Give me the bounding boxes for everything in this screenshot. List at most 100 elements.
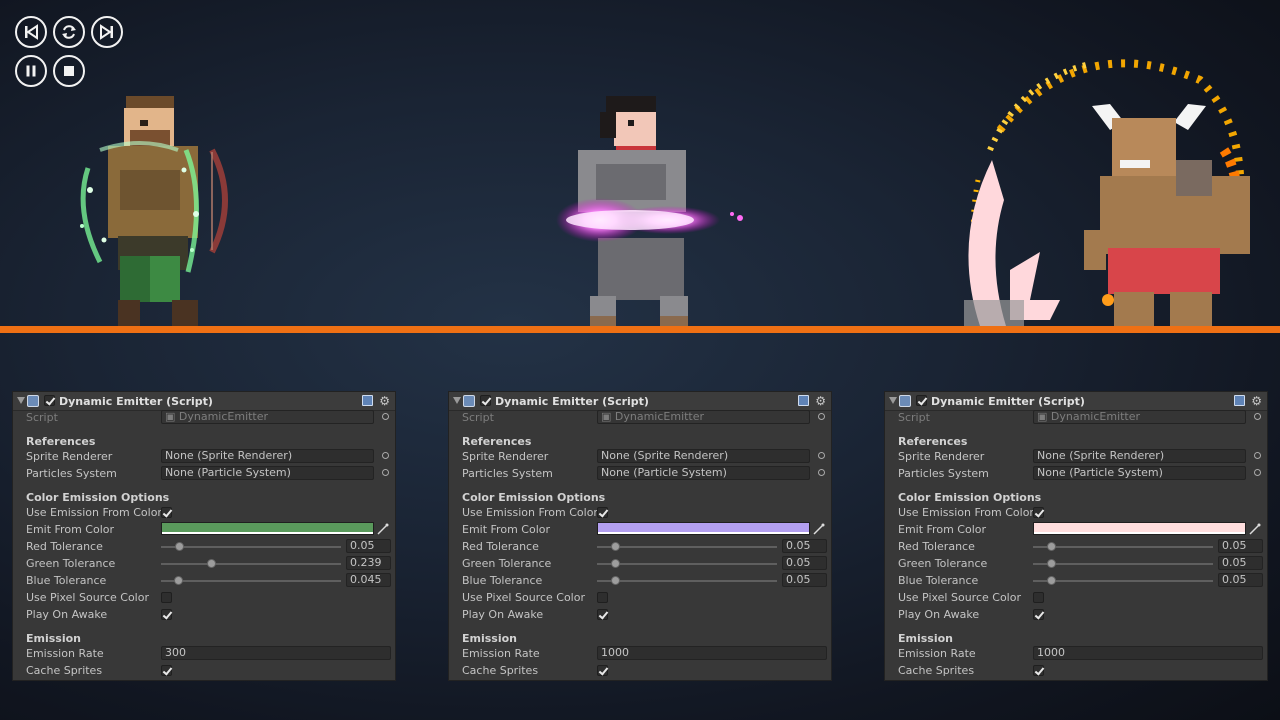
emission-rate-input[interactable]: 300 — [161, 646, 391, 660]
green-tolerance-input[interactable]: 0.05 — [782, 556, 827, 570]
blue-tolerance-handle[interactable] — [610, 576, 620, 585]
sprite-renderer-field[interactable]: None (Sprite Renderer) — [597, 449, 810, 463]
red-tolerance-label: Red Tolerance — [462, 540, 539, 553]
use-emission-checkbox[interactable] — [597, 507, 608, 518]
emission-rate-input[interactable]: 1000 — [597, 646, 827, 660]
green-tolerance-input[interactable]: 0.05 — [1218, 556, 1263, 570]
warrior-sprite — [556, 96, 743, 326]
play-on-awake-checkbox[interactable] — [1033, 609, 1044, 620]
blue-tolerance-slider[interactable] — [597, 576, 777, 585]
component-enabled-checkbox[interactable] — [916, 395, 927, 406]
blue-tolerance-input[interactable]: 0.05 — [1218, 573, 1263, 587]
cache-sprites-checkbox[interactable] — [161, 665, 172, 676]
green-tolerance-handle[interactable] — [206, 559, 216, 568]
gear-icon[interactable]: ⚙ — [815, 394, 826, 408]
blue-tolerance-handle[interactable] — [1046, 576, 1056, 585]
emission-header: Emission — [462, 632, 517, 645]
red-tolerance-input[interactable]: 0.05 — [782, 539, 827, 553]
use-emission-label: Use Emission From Color — [462, 506, 598, 519]
particles-system-picker-icon[interactable] — [382, 469, 389, 476]
particles-system-label: Particles System — [26, 467, 117, 480]
particles-system-field[interactable]: None (Particle System) — [1033, 466, 1246, 480]
emit-color-label: Emit From Color — [26, 523, 114, 536]
gear-icon[interactable]: ⚙ — [1251, 394, 1262, 408]
blue-tolerance-input[interactable]: 0.05 — [782, 573, 827, 587]
red-tolerance-input[interactable]: 0.05 — [346, 539, 391, 553]
gear-icon[interactable]: ⚙ — [379, 394, 390, 408]
emit-color-swatch[interactable] — [1033, 522, 1246, 535]
play-on-awake-checkbox[interactable] — [161, 609, 172, 620]
green-tolerance-handle[interactable] — [610, 559, 620, 568]
use-emission-checkbox[interactable] — [161, 507, 172, 518]
red-tolerance-slider[interactable] — [1033, 542, 1213, 551]
foldout-arrow-icon[interactable] — [453, 397, 461, 404]
script-object-picker-icon[interactable] — [818, 413, 825, 420]
emission-rate-label: Emission Rate — [462, 647, 540, 660]
component-header[interactable]: Dynamic Emitter (Script) ⚙ — [885, 392, 1267, 411]
particles-system-picker-icon[interactable] — [818, 469, 825, 476]
sprite-renderer-field[interactable]: None (Sprite Renderer) — [161, 449, 374, 463]
help-book-icon[interactable] — [1234, 395, 1245, 406]
component-title: Dynamic Emitter (Script) — [495, 395, 649, 408]
green-tolerance-handle[interactable] — [1046, 559, 1056, 568]
color-emission-header: Color Emission Options — [462, 491, 606, 504]
references-header: References — [898, 435, 968, 448]
component-enabled-checkbox[interactable] — [44, 395, 55, 406]
script-field[interactable]: ▣ DynamicEmitter — [1033, 410, 1246, 424]
play-on-awake-checkbox[interactable] — [597, 609, 608, 620]
particles-system-field[interactable]: None (Particle System) — [597, 466, 810, 480]
cache-sprites-checkbox[interactable] — [1033, 665, 1044, 676]
component-header[interactable]: Dynamic Emitter (Script) ⚙ — [449, 392, 831, 411]
red-tolerance-slider[interactable] — [597, 542, 777, 551]
green-tolerance-slider[interactable] — [1033, 559, 1213, 568]
blue-tolerance-handle[interactable] — [173, 576, 183, 585]
blue-tolerance-label: Blue Tolerance — [462, 574, 543, 587]
help-book-icon[interactable] — [362, 395, 373, 406]
sprite-renderer-picker-icon[interactable] — [1254, 452, 1261, 459]
references-header: References — [26, 435, 96, 448]
blue-tolerance-slider[interactable] — [161, 576, 341, 585]
emission-rate-label: Emission Rate — [898, 647, 976, 660]
red-tolerance-handle[interactable] — [174, 542, 184, 551]
component-header[interactable]: Dynamic Emitter (Script) ⚙ — [13, 392, 395, 411]
sprite-renderer-field[interactable]: None (Sprite Renderer) — [1033, 449, 1246, 463]
component-enabled-checkbox[interactable] — [480, 395, 491, 406]
script-object-picker-icon[interactable] — [382, 413, 389, 420]
eyedropper-icon[interactable] — [377, 523, 389, 535]
color-emission-header: Color Emission Options — [26, 491, 170, 504]
emit-color-swatch[interactable] — [161, 522, 374, 535]
blue-tolerance-input[interactable]: 0.045 — [346, 573, 391, 587]
eyedropper-icon[interactable] — [813, 523, 825, 535]
emit-color-swatch[interactable] — [597, 522, 810, 535]
archer-sprite — [80, 96, 228, 326]
foldout-arrow-icon[interactable] — [889, 397, 897, 404]
emit-color-label: Emit From Color — [898, 523, 986, 536]
green-tolerance-slider[interactable] — [597, 559, 777, 568]
eyedropper-icon[interactable] — [1249, 523, 1261, 535]
red-tolerance-handle[interactable] — [1046, 542, 1056, 551]
sprite-renderer-picker-icon[interactable] — [382, 452, 389, 459]
sprite-renderer-picker-icon[interactable] — [818, 452, 825, 459]
sprite-renderer-label: Sprite Renderer — [898, 450, 985, 463]
script-field[interactable]: ▣ DynamicEmitter — [597, 410, 810, 424]
script-field[interactable]: ▣ DynamicEmitter — [161, 410, 374, 424]
emission-header: Emission — [898, 632, 953, 645]
foldout-arrow-icon[interactable] — [17, 397, 25, 404]
red-tolerance-handle[interactable] — [610, 542, 620, 551]
help-book-icon[interactable] — [798, 395, 809, 406]
ground-line — [0, 326, 1280, 333]
script-object-picker-icon[interactable] — [1254, 413, 1261, 420]
red-tolerance-slider[interactable] — [161, 542, 341, 551]
emission-rate-input[interactable]: 1000 — [1033, 646, 1263, 660]
green-tolerance-slider[interactable] — [161, 559, 341, 568]
pixel-source-checkbox[interactable] — [597, 592, 608, 603]
red-tolerance-input[interactable]: 0.05 — [1218, 539, 1263, 553]
blue-tolerance-slider[interactable] — [1033, 576, 1213, 585]
green-tolerance-input[interactable]: 0.239 — [346, 556, 391, 570]
use-emission-checkbox[interactable] — [1033, 507, 1044, 518]
pixel-source-checkbox[interactable] — [1033, 592, 1044, 603]
particles-system-picker-icon[interactable] — [1254, 469, 1261, 476]
pixel-source-checkbox[interactable] — [161, 592, 172, 603]
cache-sprites-checkbox[interactable] — [597, 665, 608, 676]
particles-system-field[interactable]: None (Particle System) — [161, 466, 374, 480]
